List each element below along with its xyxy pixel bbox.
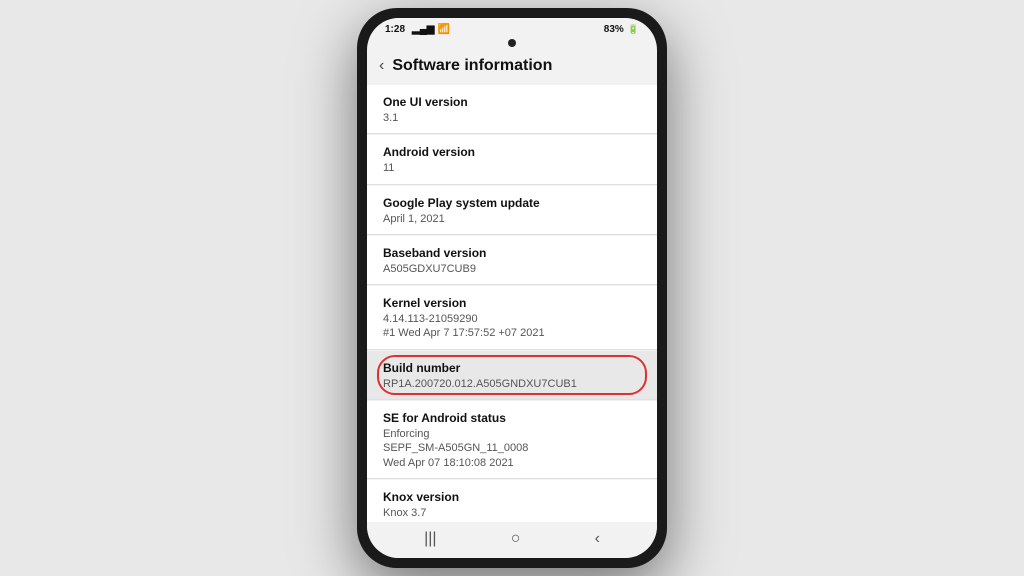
status-time: 1:28 ▂▄▆ 📶: [385, 24, 450, 35]
list-item[interactable]: Baseband version A505GDXU7CUB9: [367, 236, 657, 285]
list-item[interactable]: Build number RP1A.200720.012.A505GNDXU7CU…: [367, 351, 657, 400]
phone-screen: 1:28 ▂▄▆ 📶 83% 🔋 ‹ Software information …: [367, 18, 657, 558]
list-item[interactable]: Android version 11: [367, 135, 657, 184]
info-label: One UI version: [383, 95, 641, 109]
back-nav-icon[interactable]: ‹: [595, 530, 600, 548]
phone-frame: 1:28 ▂▄▆ 📶 83% 🔋 ‹ Software information …: [357, 8, 667, 568]
status-bar: 1:28 ▂▄▆ 📶 83% 🔋: [367, 18, 657, 37]
content-list: One UI version 3.1 Android version 11 Google…: [367, 85, 657, 522]
info-value: RP1A.200720.012.A505GNDXU7CUB1: [383, 377, 641, 391]
camera-dot: [508, 39, 516, 47]
info-value: 4.14.113-21059290 #1 Wed Apr 7 17:57:52 …: [383, 312, 641, 341]
page-header: ‹ Software information: [367, 51, 657, 85]
info-value: 11: [383, 161, 641, 175]
list-item[interactable]: One UI version 3.1: [367, 85, 657, 134]
info-label: Kernel version: [383, 296, 641, 310]
info-label: Google Play system update: [383, 196, 641, 210]
battery-percent: 83%: [604, 24, 624, 35]
camera-area: [367, 37, 657, 51]
page-title: Software information: [392, 57, 552, 75]
menu-nav-icon[interactable]: |||: [424, 530, 436, 548]
info-value: Enforcing SEPF_SM-A505GN_11_0008 Wed Apr…: [383, 427, 641, 470]
info-value: April 1, 2021: [383, 212, 641, 226]
navigation-bar: ||| ○ ‹: [367, 522, 657, 558]
back-button[interactable]: ‹: [379, 57, 384, 75]
info-value: Knox 3.7 Knox API level 33 TIMA 4.1.0: [383, 506, 641, 522]
list-item[interactable]: Knox version Knox 3.7 Knox API level 33 T…: [367, 480, 657, 522]
list-item[interactable]: SE for Android status Enforcing SEPF_SM-A…: [367, 401, 657, 479]
list-item[interactable]: Kernel version 4.14.113-21059290 #1 Wed A…: [367, 286, 657, 350]
info-label: Build number: [383, 361, 641, 375]
home-nav-icon[interactable]: ○: [511, 530, 521, 548]
info-label: Baseband version: [383, 246, 641, 260]
signal-icon: ▂▄▆: [412, 24, 434, 35]
info-label: Android version: [383, 145, 641, 159]
list-item[interactable]: Google Play system update April 1, 2021: [367, 186, 657, 235]
status-right: 83% 🔋: [604, 24, 639, 35]
info-label: SE for Android status: [383, 411, 641, 425]
info-value: 3.1: [383, 111, 641, 125]
info-label: Knox version: [383, 490, 641, 504]
wifi-icon: 📶: [437, 24, 449, 35]
info-value: A505GDXU7CUB9: [383, 262, 641, 276]
battery-icon: 🔋: [628, 24, 639, 35]
